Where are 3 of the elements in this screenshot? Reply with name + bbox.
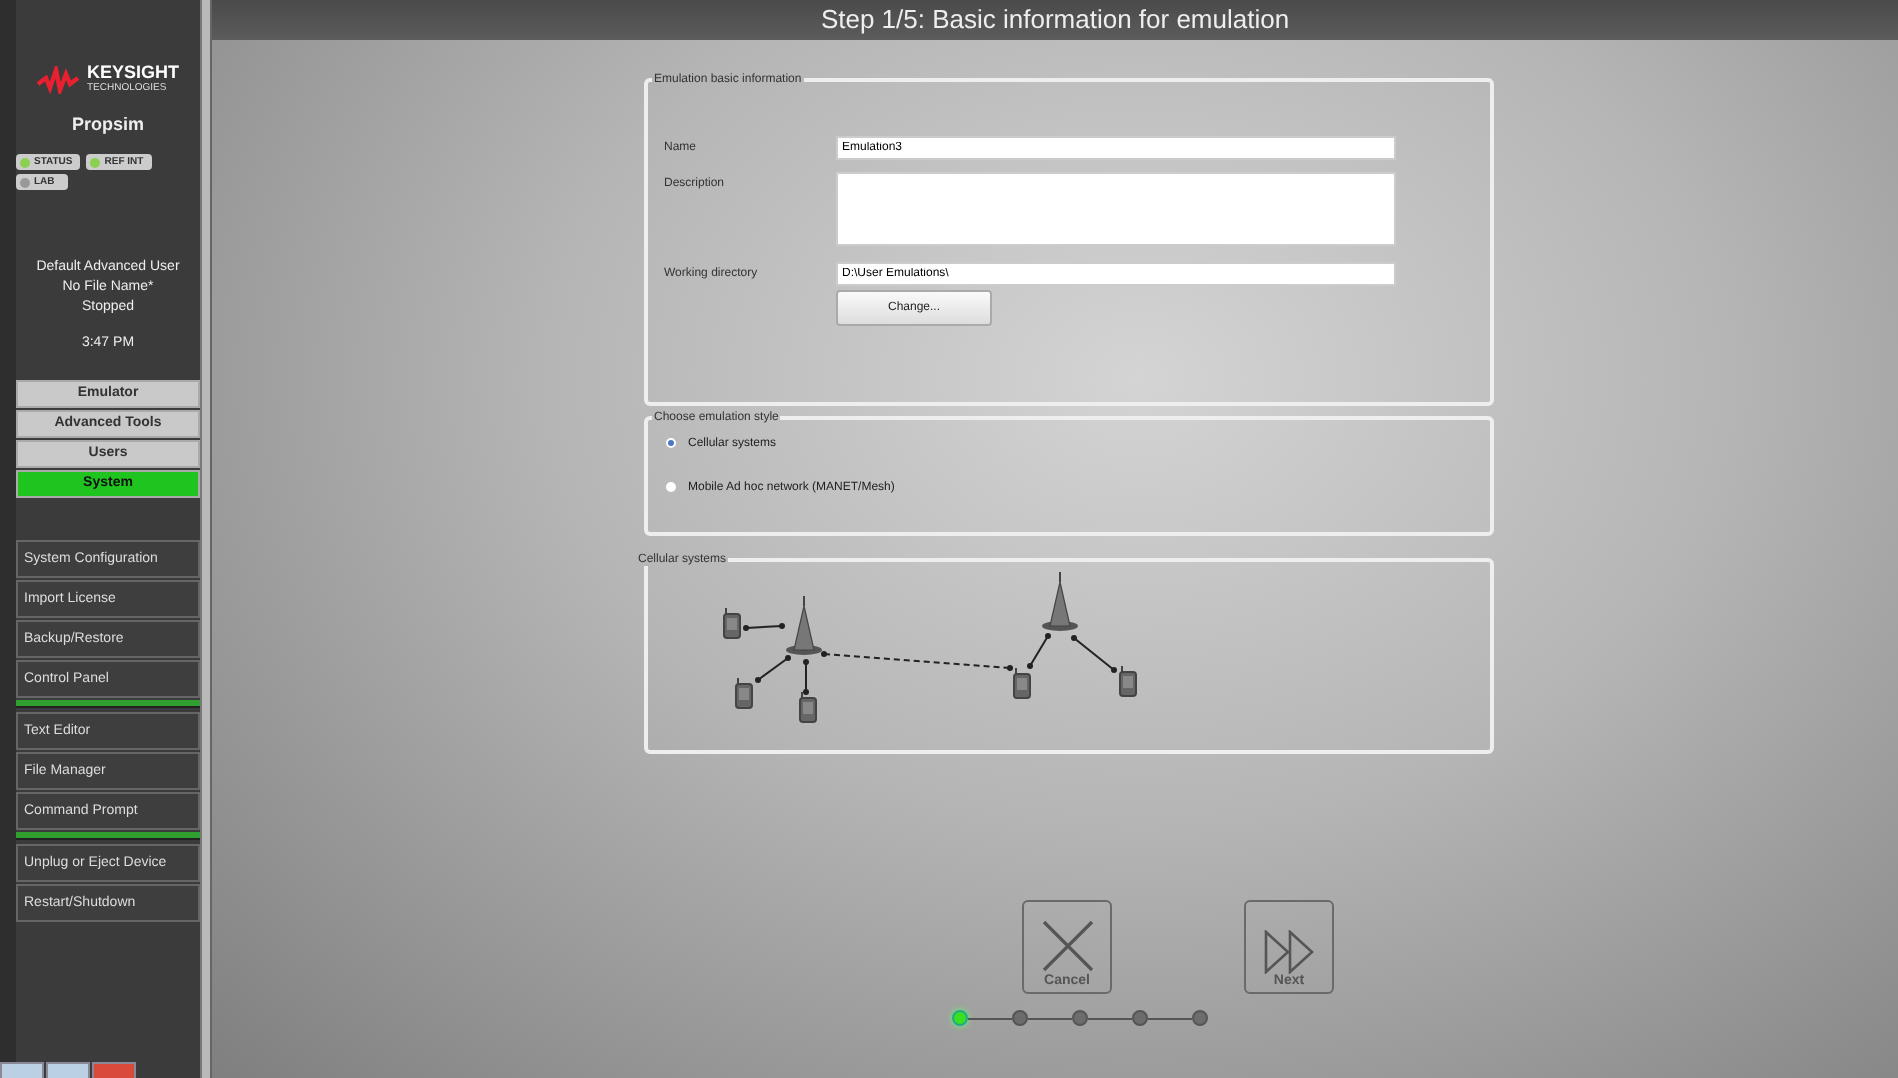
window-title: Step 1/5: Basic information for emulation (212, 0, 1898, 40)
brand-name: KEYSIGHT (86, 64, 179, 82)
product-name: Propsim (69, 114, 146, 134)
